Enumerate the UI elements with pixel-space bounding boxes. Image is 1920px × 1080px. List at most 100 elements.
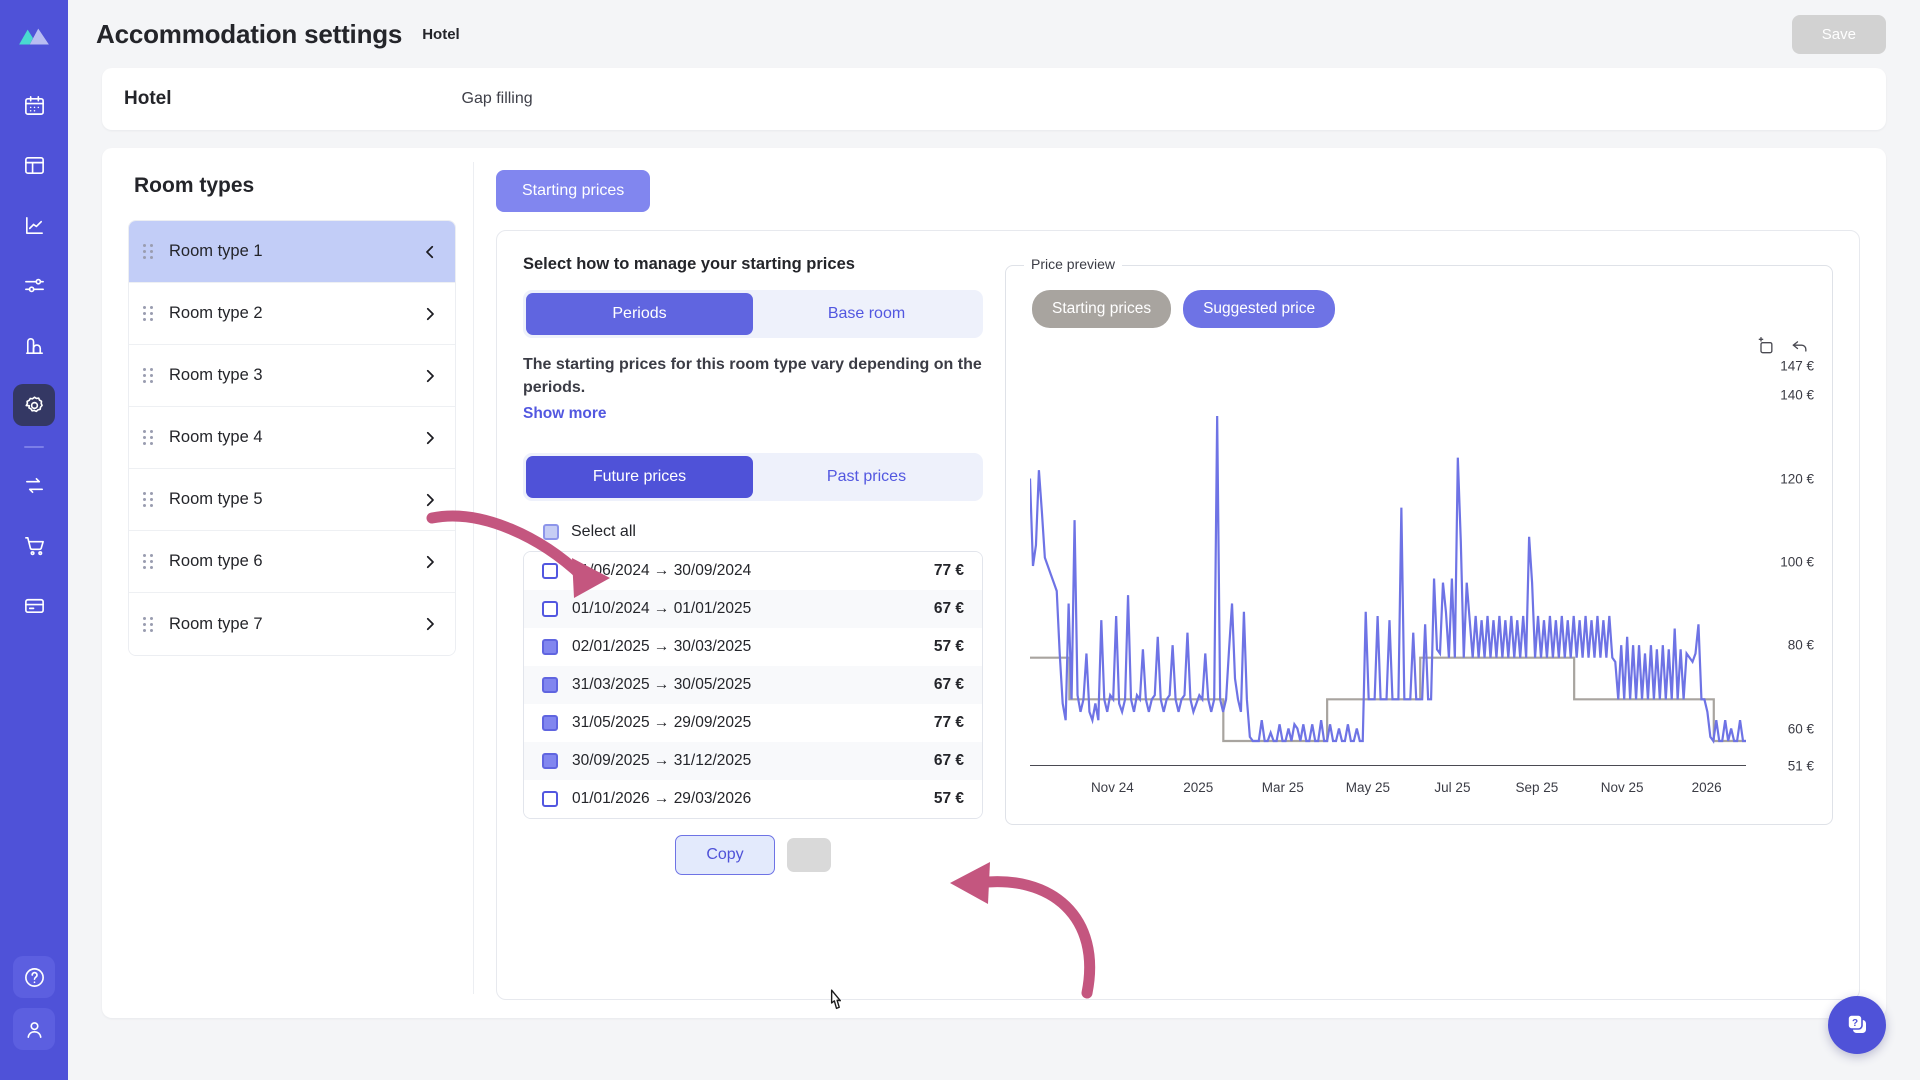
chart-x-tick: 2025 (1183, 780, 1214, 795)
chart-y-tick: 80 € (1787, 637, 1814, 653)
room-type-item[interactable]: Room type 2 (129, 283, 455, 345)
period-price: 57 € (933, 638, 964, 656)
price-period-row[interactable]: 02/01/2025 → 30/03/2025 57 € (524, 628, 982, 667)
period-price: 67 € (933, 676, 964, 694)
hotel-summary-card: Hotel Gap filling (102, 68, 1886, 130)
main-area: Accommodation settings Hotel Save Hotel … (68, 0, 1920, 1080)
drag-handle-icon[interactable] (143, 554, 155, 570)
rail-item-sliders[interactable] (13, 264, 55, 306)
select-all-row[interactable]: Select all (543, 523, 983, 541)
period-checkbox[interactable] (542, 639, 558, 656)
period-checkbox[interactable] (542, 791, 558, 808)
rail-item-billing[interactable] (13, 584, 55, 626)
price-period-row[interactable]: 31/05/2025 → 29/09/2025 77 € (524, 704, 982, 743)
copy-button[interactable]: Copy (675, 835, 775, 876)
tab-starting-prices[interactable]: Starting prices (496, 170, 651, 212)
period-checkbox[interactable] (542, 601, 558, 618)
room-type-item[interactable]: Room type 6 (129, 531, 455, 593)
rail-item-cart[interactable] (13, 524, 55, 566)
chevron-right-icon (426, 493, 434, 506)
room-type-item[interactable]: Room type 7 (129, 593, 455, 655)
drag-handle-icon[interactable] (143, 492, 155, 508)
chart-x-tick: 2026 (1691, 780, 1722, 795)
brand-logo-icon[interactable] (12, 14, 56, 58)
save-button[interactable]: Save (1791, 14, 1886, 54)
chevron-right-icon (426, 431, 434, 444)
price-preview-pane: Price preview Starting prices Suggested … (1005, 255, 1833, 975)
period-price: 77 € (933, 562, 964, 580)
svg-text:?: ? (1852, 1018, 1858, 1029)
room-type-label: Room type 6 (169, 552, 263, 570)
period-date-range: 30/09/2025 → 31/12/2025 (572, 752, 752, 770)
add-square-icon[interactable] (1756, 336, 1776, 356)
price-preview-fieldset: Price preview Starting prices Suggested … (1005, 256, 1833, 825)
rail-item-sync[interactable] (13, 464, 55, 506)
secondary-action-button[interactable] (786, 838, 831, 873)
rail-item-help[interactable] (13, 956, 55, 998)
select-all-label: Select all (571, 523, 636, 541)
period-price: 67 € (933, 752, 964, 770)
select-all-checkbox[interactable] (543, 524, 559, 541)
price-period-row[interactable]: 01/10/2024 → 01/01/2025 67 € (524, 590, 982, 629)
chip-suggested-price[interactable]: Suggested price (1183, 290, 1336, 328)
chevron-left-icon (426, 245, 434, 258)
rail-item-analytics[interactable] (13, 204, 55, 246)
mode-option-periods[interactable]: Periods (526, 293, 753, 335)
chart-tools (1756, 336, 1810, 356)
price-period-row[interactable]: 31/03/2025 → 30/05/2025 67 € (524, 666, 982, 705)
room-type-item[interactable]: Room type 4 (129, 407, 455, 469)
series-chip-group: Starting prices Suggested price (1032, 290, 1818, 328)
settings-content-column: Starting prices Select how to manage you… (474, 148, 1886, 1018)
room-type-label: Room type 1 (169, 242, 263, 260)
price-period-row[interactable]: 01/01/2026 → 29/03/2026 57 € (524, 780, 982, 819)
room-types-list: Room type 1 Room type 2 Room type 3 Room ty… (128, 220, 456, 656)
chart-y-tick: 60 € (1787, 721, 1814, 736)
period-checkbox[interactable] (542, 563, 558, 580)
chevron-right-icon (426, 555, 434, 568)
room-type-label: Room type 2 (169, 304, 263, 322)
undo-icon[interactable] (1790, 336, 1810, 356)
drag-handle-icon[interactable] (143, 306, 155, 322)
period-date-range: 31/05/2025 → 29/09/2025 (572, 714, 752, 732)
chart-x-tick: Nov 24 (1090, 780, 1134, 795)
room-type-label: Room type 4 (169, 428, 263, 446)
rail-item-insights[interactable] (13, 324, 55, 366)
range-option-past[interactable]: Past prices (753, 456, 980, 498)
room-type-item[interactable]: Room type 3 (129, 345, 455, 407)
rail-bottom-group (13, 956, 55, 1080)
room-type-item[interactable]: Room type 1 (129, 221, 455, 283)
period-date-range: 02/01/2025 → 30/03/2025 (572, 638, 752, 656)
price-period-row[interactable]: 30/09/2025 → 31/12/2025 67 € (524, 742, 982, 781)
period-checkbox[interactable] (542, 677, 558, 694)
mode-option-base-room[interactable]: Base room (753, 293, 980, 335)
period-price: 77 € (933, 714, 964, 732)
rail-item-account[interactable] (13, 1008, 55, 1050)
drag-handle-icon[interactable] (143, 368, 155, 384)
chart-series-suggested-price (1030, 416, 1746, 741)
drag-handle-icon[interactable] (143, 616, 155, 632)
rail-item-settings[interactable] (13, 384, 55, 426)
drag-handle-icon[interactable] (143, 244, 155, 260)
drag-handle-icon[interactable] (143, 430, 155, 446)
room-type-label: Room type 7 (169, 614, 263, 633)
settings-body-card: Room types Room type 1 Room type 2 Room ty… (102, 148, 1886, 1018)
mode-segmented-control: Periods Base room (523, 290, 983, 338)
rail-item-dashboard[interactable] (13, 144, 55, 186)
help-chat-icon: ? (1847, 1014, 1866, 1033)
chart-x-tick: May 25 (1345, 780, 1391, 795)
period-price: 67 € (933, 600, 964, 618)
rail-item-calendar[interactable] (13, 84, 55, 126)
period-date-range: 01/06/2024 → 30/09/2024 (572, 562, 752, 580)
room-type-item[interactable]: Room type 5 (129, 469, 455, 531)
chip-starting-prices[interactable]: Starting prices (1032, 290, 1172, 328)
chevron-right-icon (426, 369, 434, 382)
chart-y-tick: 140 € (1780, 387, 1814, 403)
range-option-future[interactable]: Future prices (526, 456, 753, 499)
room-types-title: Room types (134, 174, 255, 197)
price-period-row[interactable]: 01/06/2024 → 30/09/2024 77 € (524, 552, 982, 591)
period-checkbox[interactable] (542, 715, 558, 732)
show-more-link[interactable]: Show more (523, 405, 607, 423)
period-checkbox[interactable] (542, 753, 558, 770)
page-title: Accommodation settings (96, 18, 403, 49)
help-chat-fab[interactable]: ? (1828, 996, 1886, 1054)
